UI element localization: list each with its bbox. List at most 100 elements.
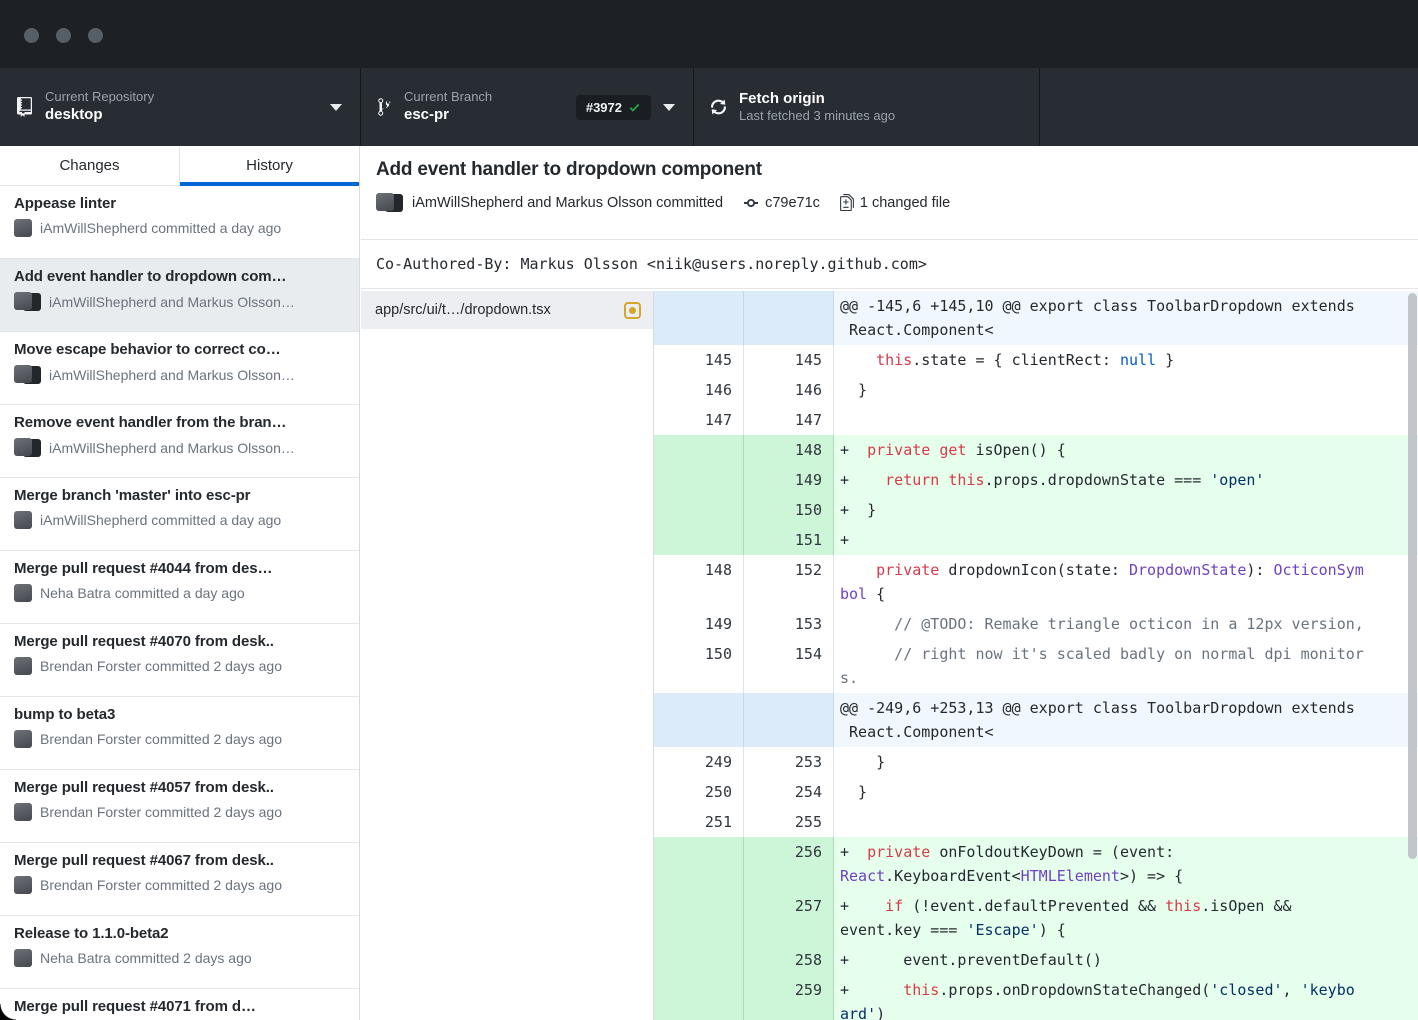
commit-list: Appease linter iAmWillShepherd committed … xyxy=(0,186,359,1020)
avatar xyxy=(14,438,41,457)
avatar xyxy=(14,292,41,311)
git-commit-icon xyxy=(743,195,759,211)
commit-list-item[interactable]: Appease linter iAmWillShepherd committed … xyxy=(0,186,359,259)
tab-history[interactable]: History xyxy=(179,146,359,185)
new-line-number: 148 xyxy=(744,435,834,465)
avatar xyxy=(14,219,32,237)
diff-scrollbar-thumb[interactable] xyxy=(1408,293,1417,859)
commit-item-meta: iAmWillShepherd and Markus Olsson… xyxy=(49,294,295,310)
diff-file-icon xyxy=(840,194,854,211)
commit-item-title: Appease linter xyxy=(14,195,345,212)
old-line-number xyxy=(654,837,744,891)
commit-list-item[interactable]: bump to beta3Brendan Forster committed 2… xyxy=(0,697,359,770)
diff-code-line xyxy=(834,807,1418,837)
diff-code-line: + return this.props.dropdownState === 'o… xyxy=(834,465,1418,495)
pr-number-badge[interactable]: #3972 xyxy=(576,95,651,120)
commit-item-title: Remove event handler from the bran… xyxy=(14,414,345,431)
pr-number: #3972 xyxy=(586,100,622,115)
old-line-number: 147 xyxy=(654,405,744,435)
diff-row: 258+ event.preventDefault() xyxy=(654,945,1418,975)
chevron-down-icon xyxy=(663,104,675,111)
diff-row: 146146 } xyxy=(654,375,1418,405)
zoom-window-button[interactable] xyxy=(88,28,103,43)
diff-code-line: this.state = { clientRect: null } xyxy=(834,345,1418,375)
diff-rows: @@ -145,6 +145,10 @@ export class Toolba… xyxy=(654,291,1418,1020)
tab-changes[interactable]: Changes xyxy=(0,146,179,185)
new-line-number: 150 xyxy=(744,495,834,525)
diff-code-line: // right now it's scaled badly on normal… xyxy=(834,639,1418,693)
old-line-number xyxy=(654,945,744,975)
current-repository-button[interactable]: Current Repository desktop xyxy=(0,68,360,146)
old-line-number: 146 xyxy=(654,375,744,405)
diff-code-line: + this.props.onDropdownStateChanged('clo… xyxy=(834,975,1418,1020)
avatar xyxy=(14,949,32,967)
commit-item-meta: iAmWillShepherd and Markus Olsson… xyxy=(49,440,295,456)
avatar xyxy=(14,803,32,821)
modified-file-icon xyxy=(624,302,641,319)
avatar xyxy=(14,584,32,602)
diff-code-line: + } xyxy=(834,495,1418,525)
diff-row: 251255 xyxy=(654,807,1418,837)
diff-code-line: // @TODO: Remake triangle octicon in a 1… xyxy=(834,609,1418,639)
diff-code-line: } xyxy=(834,747,1418,777)
diff-code-line xyxy=(834,405,1418,435)
chevron-down-icon xyxy=(330,104,342,111)
commit-list-item[interactable]: Add event handler to dropdown com…iAmWil… xyxy=(0,259,359,332)
diff-row: 148152 private dropdownIcon(state: Dropd… xyxy=(654,555,1418,609)
commit-list-item[interactable]: Move escape behavior to correct co…iAmWi… xyxy=(0,332,359,405)
minimize-window-button[interactable] xyxy=(56,28,71,43)
fetch-origin-title: Fetch origin xyxy=(739,90,895,109)
commit-item-meta: Neha Batra committed 2 days ago xyxy=(40,950,252,966)
sync-icon xyxy=(711,97,726,117)
current-branch-button[interactable]: Current Branch esc-pr #3972 xyxy=(360,68,693,146)
commit-list-item[interactable]: Merge pull request #4070 from desk..Bren… xyxy=(0,624,359,697)
commit-item-title: bump to beta3 xyxy=(14,706,345,723)
commit-list-item[interactable]: Merge pull request #4044 from des…Neha B… xyxy=(0,551,359,624)
commit-item-title: Release to 1.1.0-beta2 xyxy=(14,925,345,942)
commit-item-title: Merge pull request #4057 from desk.. xyxy=(14,779,345,796)
new-line-number: 153 xyxy=(744,609,834,639)
commit-item-meta: Neha Batra committed a day ago xyxy=(40,585,245,601)
diff-row: @@ -145,6 +145,10 @@ export class Toolba… xyxy=(654,291,1418,345)
diff-row: 259+ this.props.onDropdownStateChanged('… xyxy=(654,975,1418,1020)
avatar xyxy=(14,365,41,384)
commit-list-item[interactable]: Merge branch 'master' into esc-priAmWill… xyxy=(0,478,359,551)
old-line-number xyxy=(654,891,744,945)
commit-item-title: Merge branch 'master' into esc-pr xyxy=(14,487,345,504)
commit-item-meta: Brendan Forster committed 2 days ago xyxy=(40,804,282,820)
old-line-number xyxy=(654,291,744,345)
commit-item-meta: iAmWillShepherd committed a day ago xyxy=(40,220,281,236)
commit-item-meta: Brendan Forster committed 2 days ago xyxy=(40,877,282,893)
close-window-button[interactable] xyxy=(24,28,39,43)
new-line-number: 259 xyxy=(744,975,834,1020)
diff-row: 149+ return this.props.dropdownState ===… xyxy=(654,465,1418,495)
new-line-number: 253 xyxy=(744,747,834,777)
commit-item-title: Merge pull request #4070 from desk.. xyxy=(14,633,345,650)
diff-row: 257+ if (!event.defaultPrevented && this… xyxy=(654,891,1418,945)
diff-code-line: + event.preventDefault() xyxy=(834,945,1418,975)
commit-list-item[interactable]: Merge pull request #4057 from desk.. Bren… xyxy=(0,770,359,843)
titlebar xyxy=(0,0,1418,68)
diff-code-line: } xyxy=(834,777,1418,807)
fetch-origin-button[interactable]: Fetch origin Last fetched 3 minutes ago xyxy=(693,68,1040,146)
new-line-number: 255 xyxy=(744,807,834,837)
commit-list-item[interactable]: Merge pull request #4071 from d… xyxy=(0,989,359,1020)
commit-list-item[interactable]: Release to 1.1.0-beta2 Neha Batra committ… xyxy=(0,916,359,989)
old-line-number: 145 xyxy=(654,345,744,375)
old-line-number: 148 xyxy=(654,555,744,609)
commit-list-item[interactable]: Remove event handler from the bran… iAmWi… xyxy=(0,405,359,478)
git-branch-icon xyxy=(378,97,391,117)
new-line-number: 149 xyxy=(744,465,834,495)
diff-code-line: + private get isOpen() { xyxy=(834,435,1418,465)
file-row[interactable]: app/src/ui/t…/dropdown.tsx xyxy=(361,291,653,329)
file-path: app/src/ui/t…/dropdown.tsx xyxy=(375,302,624,318)
old-line-number xyxy=(654,465,744,495)
commit-authors-avatar xyxy=(376,193,403,212)
diff-row: 149153 // @TODO: Remake triangle octicon… xyxy=(654,609,1418,639)
commit-list-item[interactable]: Merge pull request #4067 from desk..Bren… xyxy=(0,843,359,916)
diff-code-line: private dropdownIcon(state: DropdownStat… xyxy=(834,555,1418,609)
diff-row: 256+ private onFoldoutKeyDown = (event: … xyxy=(654,837,1418,891)
old-line-number xyxy=(654,495,744,525)
old-line-number xyxy=(654,693,744,747)
sidebar-tabs: Changes History xyxy=(0,146,359,186)
